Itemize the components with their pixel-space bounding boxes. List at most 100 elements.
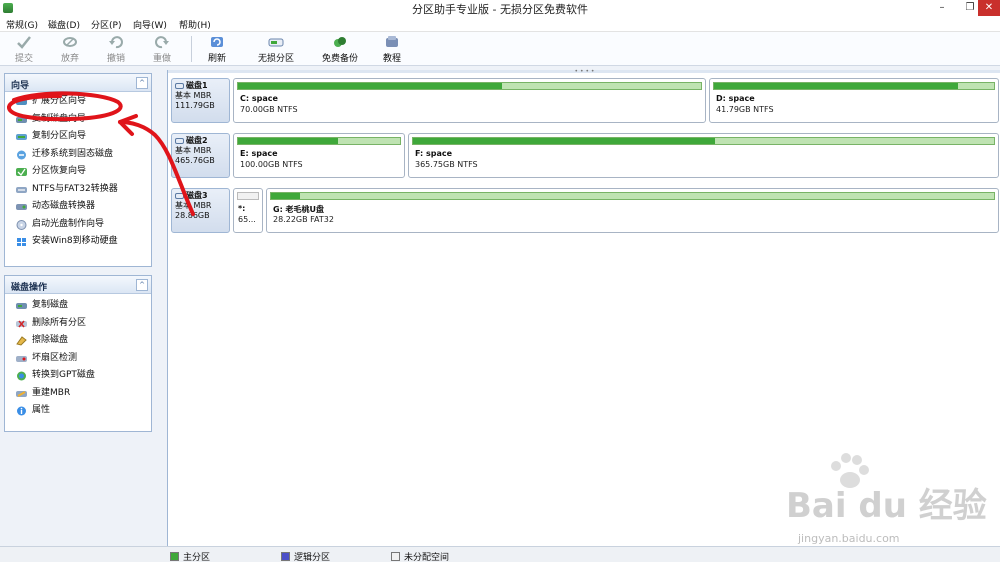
watermark-text: Bai du 经验 — [786, 486, 987, 526]
wizard-item-dynamic-disk[interactable]: 动态磁盘转换器 — [5, 198, 151, 216]
redo-icon — [155, 36, 169, 49]
ntfs-fat32-icon — [16, 186, 27, 193]
disk-icon — [175, 83, 184, 89]
partition-usage-bar — [238, 138, 339, 144]
disk-op-properties[interactable]: 属性 — [5, 402, 151, 420]
partition-c[interactable]: C: space 70.00GB NTFS — [233, 78, 706, 123]
legend-label: 逻辑分区 — [294, 553, 331, 562]
redo-button[interactable]: 重做 — [146, 34, 178, 64]
disk-op-label: 删除所有分区 — [32, 317, 87, 328]
disk-label-3[interactable]: 磁盘3 基本 MBR 28.86GB — [171, 188, 230, 233]
tutorial-button[interactable]: 教程 — [380, 34, 404, 64]
tutorial-label: 教程 — [382, 54, 401, 64]
partition-size: 100.00GB NTFS — [240, 160, 303, 169]
wizard-item-label: 安装Win8到移动硬盘 — [32, 236, 118, 246]
wizard-item-expand-partition[interactable]: 扩展分区向导 — [5, 93, 151, 111]
disk-size: 111.79GB — [175, 101, 215, 110]
splitter-handle[interactable]: • • • • — [168, 69, 1000, 75]
discard-button[interactable]: 放弃 — [54, 34, 86, 64]
wizard-item-copy-partition[interactable]: 复制分区向导 — [5, 128, 151, 146]
partition-usage-bar — [271, 193, 300, 199]
undo-label: 撤销 — [106, 54, 125, 64]
partition-letter: G: 老毛桃U盘 — [273, 205, 325, 214]
partition-size: 41.79GB NTFS — [716, 105, 774, 114]
copy-partition-icon — [16, 134, 27, 140]
free-backup-button[interactable]: 免费备份 — [318, 34, 362, 64]
checkmark-icon — [17, 36, 31, 49]
partition-size: 70.00GB NTFS — [240, 105, 298, 114]
disk-op-delete-all-partitions[interactable]: 删除所有分区 — [5, 315, 151, 333]
partition-g[interactable]: G: 老毛桃U盘 28.22GB FAT32 — [266, 188, 999, 233]
minimize-button[interactable]: – — [928, 0, 956, 16]
legend-logical: 逻辑分区 — [281, 550, 330, 562]
disk-type: 基本 MBR — [175, 201, 212, 210]
disk-op-bad-sector-check[interactable]: 坏扇区检测 — [5, 350, 151, 368]
submit-button[interactable]: 提交 — [8, 34, 40, 64]
delete-all-icon — [16, 320, 27, 327]
disk-op-label: 坏扇区检测 — [32, 352, 78, 363]
disk-op-label: 转换到GPT磁盘 — [32, 370, 95, 380]
undo-button[interactable]: 撤销 — [100, 34, 132, 64]
menu-wizard[interactable]: 向导(W) — [133, 18, 167, 31]
win8-usb-icon — [17, 238, 26, 246]
wizard-item-label: 启动光盘制作向导 — [32, 218, 105, 229]
wizard-item-ntfs-fat32[interactable]: NTFS与FAT32转换器 — [5, 181, 151, 199]
partition-letter: E: space — [240, 149, 278, 158]
wizard-item-label: 扩展分区向导 — [32, 96, 87, 106]
partition-recovery-icon — [16, 168, 27, 177]
disk-operations-panel-title: 磁盘操作 — [11, 283, 48, 293]
disk-op-convert-gpt[interactable]: 转换到GPT磁盘 — [5, 367, 151, 385]
bad-sector-icon — [16, 355, 27, 362]
wizard-item-partition-recovery[interactable]: 分区恢复向导 — [5, 163, 151, 181]
disk-operations-panel-header: 磁盘操作 ^ — [5, 276, 151, 294]
menu-bar: 常规(G) 磁盘(D) 分区(P) 向导(W) 帮助(H) — [0, 16, 1000, 32]
partition-size: 365.75GB NTFS — [415, 160, 478, 169]
wizard-panel: 向导 ^ 扩展分区向导 复制磁盘向导 复制分区向导 迁移系统到固态磁盘 分区恢复… — [4, 73, 152, 267]
wizard-item-win8-usb[interactable]: 安装Win8到移动硬盘 — [5, 233, 151, 251]
wizard-panel-header: 向导 ^ — [5, 74, 151, 92]
menu-help[interactable]: 帮助(H) — [179, 18, 211, 31]
menu-general[interactable]: 常规(G) — [6, 18, 38, 31]
wizard-item-migrate-ssd[interactable]: 迁移系统到固态磁盘 — [5, 146, 151, 164]
lossless-partition-icon — [268, 38, 284, 47]
toolbar: 提交 放弃 撤销 重做 刷新 无损分区 免费备份 教程 — [0, 32, 1000, 66]
tutorial-icon — [386, 36, 398, 47]
disk-op-copy-disk[interactable]: 复制磁盘 — [5, 297, 151, 315]
copy-disk-icon — [16, 116, 27, 123]
partition-letter: C: space — [240, 94, 278, 103]
wizard-item-label: 复制磁盘向导 — [32, 113, 87, 124]
disk-label-1[interactable]: 磁盘1 基本 MBR 111.79GB — [171, 78, 230, 123]
menu-partition[interactable]: 分区(P) — [91, 18, 121, 31]
disk-op-wipe-disk[interactable]: 擦除磁盘 — [5, 332, 151, 350]
refresh-icon — [211, 37, 223, 47]
partition-letter: D: space — [716, 94, 755, 103]
legend-swatch — [281, 552, 290, 561]
title-bar: 分区助手专业版 - 无损分区免费软件 – ❐ ✕ — [0, 0, 1000, 16]
wizard-panel-collapse-button[interactable]: ^ — [136, 77, 148, 89]
partition-d[interactable]: D: space 41.79GB NTFS — [709, 78, 999, 123]
lossless-partition-button[interactable]: 无损分区 — [254, 34, 298, 64]
partition-f[interactable]: F: space 365.75GB NTFS — [408, 133, 999, 178]
disk-type: 基本 MBR — [175, 146, 212, 155]
expand-partition-icon — [16, 99, 27, 105]
partition-e[interactable]: E: space 100.00GB NTFS — [233, 133, 405, 178]
watermark-url: jingyan.baidu.com — [798, 532, 900, 545]
close-button[interactable]: ✕ — [978, 0, 1000, 16]
wizard-item-boot-cd[interactable]: 启动光盘制作向导 — [5, 216, 151, 234]
disk-label-2[interactable]: 磁盘2 基本 MBR 465.76GB — [171, 133, 230, 178]
refresh-label: 刷新 — [207, 54, 226, 64]
legend-label: 未分配空间 — [404, 553, 450, 562]
legend-swatch — [170, 552, 179, 561]
refresh-button[interactable]: 刷新 — [201, 34, 233, 64]
disk-operations-collapse-button[interactable]: ^ — [136, 279, 148, 291]
copy-disk-icon — [16, 303, 27, 309]
partition-usage-bar — [238, 83, 502, 89]
disk-operations-panel: 磁盘操作 ^ 复制磁盘 删除所有分区 擦除磁盘 坏扇区检测 转换到GPT磁盘 重… — [4, 275, 152, 432]
partition-unallocated[interactable]: *: 65... — [233, 188, 263, 233]
disk-op-rebuild-mbr[interactable]: 重建MBR — [5, 385, 151, 403]
menu-disk[interactable]: 磁盘(D) — [48, 18, 80, 31]
wizard-item-copy-disk[interactable]: 复制磁盘向导 — [5, 111, 151, 129]
wizard-item-label: 分区恢复向导 — [32, 166, 87, 176]
disk-op-label: 复制磁盘 — [32, 300, 69, 310]
disk-row-2: 磁盘2 基本 MBR 465.76GB E: space 100.00GB NT… — [171, 133, 999, 178]
